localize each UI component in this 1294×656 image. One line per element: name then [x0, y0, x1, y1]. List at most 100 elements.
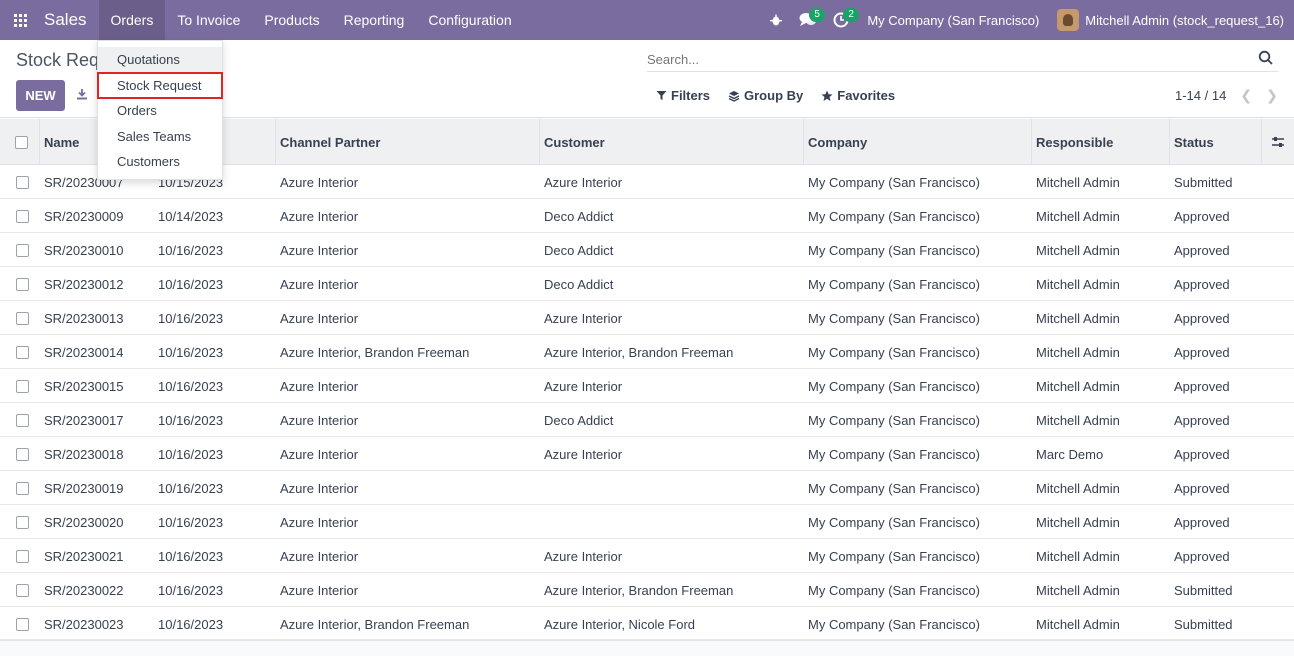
row-checkbox[interactable] — [0, 233, 40, 267]
cell-channel-partner: Azure Interior — [280, 378, 359, 394]
row-spacer — [1262, 233, 1294, 267]
messages-badge: 5 — [809, 8, 825, 22]
cell-channel-partner: Azure Interior, Brandon Freeman — [280, 616, 470, 632]
menu-orders[interactable]: Orders — [98, 0, 166, 40]
table-row[interactable]: SR/20230010 10/16/2023 Azure Interior Deco … — [0, 233, 1294, 267]
dropdown-item-stock-request[interactable]: Stock Request — [97, 71, 223, 99]
optional-columns-icon[interactable] — [1262, 119, 1294, 165]
table-row[interactable]: SR/20230018 10/16/2023 Azure Interior Azure… — [0, 437, 1294, 471]
group-by-label: Group By — [744, 88, 804, 103]
cell-responsible: Mitchell Admin — [1036, 412, 1120, 428]
dropdown-item-customers[interactable]: Customers — [98, 149, 222, 175]
cell-name: SR/20230019 — [44, 480, 124, 496]
row-checkbox[interactable] — [0, 471, 40, 505]
menu-reporting[interactable]: Reporting — [332, 0, 417, 40]
table-row[interactable]: SR/20230019 10/16/2023 Azure Interior My Co… — [0, 471, 1294, 505]
cell-responsible: Mitchell Admin — [1036, 310, 1120, 326]
table-row[interactable]: SR/20230022 10/16/2023 Azure Interior Azure… — [0, 573, 1294, 607]
cell-customer: Azure Interior — [544, 446, 623, 462]
cell-company: My Company (San Francisco) — [808, 412, 980, 428]
cell-date: 10/16/2023 — [158, 446, 224, 462]
cell-name: SR/20230020 — [44, 514, 124, 530]
row-checkbox[interactable] — [0, 573, 40, 607]
row-checkbox[interactable] — [0, 199, 40, 233]
cell-status: Approved — [1174, 378, 1230, 394]
star-icon — [821, 90, 833, 101]
favorites-label: Favorites — [837, 88, 896, 103]
page-title: Stock Req — [16, 50, 100, 70]
row-checkbox[interactable] — [0, 165, 40, 199]
cell-customer: Azure Interior, Nicole Ford — [544, 616, 696, 632]
table-row[interactable]: SR/20230014 10/16/2023 Azure Interior, Bra… — [0, 335, 1294, 369]
table-row[interactable]: SR/20230017 10/16/2023 Azure Interior Deco … — [0, 403, 1294, 437]
app-name[interactable]: Sales — [44, 10, 87, 30]
menu-to-invoice[interactable]: To Invoice — [165, 0, 252, 40]
pager-value[interactable]: 1-14 / 14 — [1175, 88, 1226, 103]
dropdown-item-quotations[interactable]: Quotations — [98, 47, 222, 73]
apps-menu-icon[interactable] — [0, 0, 40, 40]
cell-channel-partner: Azure Interior — [280, 208, 359, 224]
debug-icon[interactable] — [761, 0, 791, 40]
search-icon[interactable] — [1258, 50, 1274, 66]
dropdown-item-sales-teams[interactable]: Sales Teams — [98, 124, 222, 150]
user-menu[interactable]: Mitchell Admin (stock_request_16) — [1049, 9, 1294, 31]
row-checkbox[interactable] — [0, 335, 40, 369]
pager-previous-icon[interactable]: ❮ — [1240, 87, 1252, 104]
menu-products[interactable]: Products — [252, 0, 331, 40]
table-row[interactable]: SR/20230013 10/16/2023 Azure Interior Azure… — [0, 301, 1294, 335]
cell-status: Submitted — [1174, 616, 1233, 632]
table-row[interactable]: SR/20230012 10/16/2023 Azure Interior Deco … — [0, 267, 1294, 301]
row-spacer — [1262, 505, 1294, 539]
table-row[interactable]: SR/20230021 10/16/2023 Azure Interior Azure… — [0, 539, 1294, 573]
cell-date: 10/16/2023 — [158, 242, 224, 258]
cell-date: 10/16/2023 — [158, 276, 224, 292]
cell-customer: Deco Addict — [544, 208, 614, 224]
cell-responsible: Mitchell Admin — [1036, 548, 1120, 564]
column-customer[interactable]: Customer — [540, 119, 804, 165]
cell-status: Approved — [1174, 310, 1230, 326]
group-by-button[interactable]: Group By — [728, 88, 803, 103]
row-spacer — [1262, 403, 1294, 437]
row-checkbox[interactable] — [0, 403, 40, 437]
row-checkbox[interactable] — [0, 301, 40, 335]
menu-configuration[interactable]: Configuration — [416, 0, 523, 40]
dropdown-item-orders[interactable]: Orders — [98, 98, 222, 124]
cell-channel-partner: Azure Interior — [280, 276, 359, 292]
row-checkbox[interactable] — [0, 505, 40, 539]
user-name: Mitchell Admin (stock_request_16) — [1085, 12, 1284, 28]
activities-icon[interactable]: 2 — [825, 0, 859, 40]
row-spacer — [1262, 301, 1294, 335]
row-checkbox[interactable] — [0, 437, 40, 471]
company-switcher[interactable]: My Company (San Francisco) — [857, 13, 1049, 28]
row-spacer — [1262, 437, 1294, 471]
cell-customer — [540, 505, 804, 539]
cell-responsible: Mitchell Admin — [1036, 616, 1120, 632]
new-button[interactable]: NEW — [16, 80, 65, 111]
cell-company: My Company (San Francisco) — [808, 446, 980, 462]
column-responsible[interactable]: Responsible — [1032, 119, 1170, 165]
favorites-button[interactable]: Favorites — [821, 88, 895, 103]
table-row[interactable]: SR/20230020 10/16/2023 Azure Interior My Co… — [0, 505, 1294, 539]
cell-customer: Azure Interior, Brandon Freeman — [544, 344, 734, 360]
select-all-checkbox[interactable] — [0, 119, 40, 165]
messages-icon[interactable]: 5 — [791, 0, 825, 40]
filters-button[interactable]: Filters — [656, 88, 710, 103]
row-checkbox[interactable] — [0, 539, 40, 573]
table-row[interactable]: SR/20230015 10/16/2023 Azure Interior Azure… — [0, 369, 1294, 403]
cell-name: SR/20230013 — [44, 310, 124, 326]
row-checkbox[interactable] — [0, 267, 40, 301]
download-icon[interactable] — [72, 84, 92, 104]
column-status[interactable]: Status — [1170, 119, 1262, 165]
cell-date: 10/14/2023 — [158, 208, 224, 224]
row-checkbox[interactable] — [0, 369, 40, 403]
row-checkbox[interactable] — [0, 607, 40, 641]
table-row[interactable]: SR/20230023 10/16/2023 Azure Interior, Bra… — [0, 607, 1294, 641]
top-navbar: Sales Orders To Invoice Products Reporti… — [0, 0, 1294, 40]
column-company[interactable]: Company — [804, 119, 1032, 165]
table-row[interactable]: SR/20230009 10/14/2023 Azure Interior Deco … — [0, 199, 1294, 233]
filters-label: Filters — [671, 88, 711, 103]
column-channel-partner[interactable]: Channel Partner — [276, 119, 540, 165]
pager-next-icon[interactable]: ❯ — [1266, 87, 1278, 104]
cell-responsible: Mitchell Admin — [1036, 480, 1120, 496]
search-input[interactable] — [647, 48, 1247, 70]
